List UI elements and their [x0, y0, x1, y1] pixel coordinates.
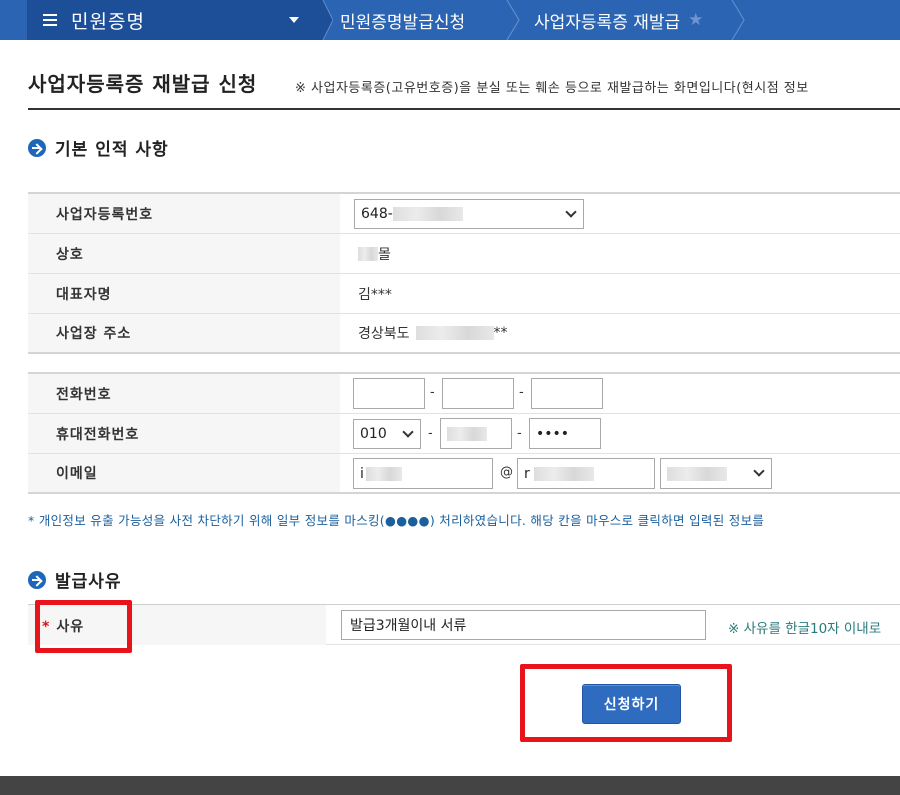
masked-value [358, 246, 378, 261]
email-local-value: i [360, 465, 364, 482]
dash-separator: - [517, 426, 522, 441]
basic-info-table: 사업자등록번호 648- 상호 몰 대표자명 김*** 사업장 주소 경상북도 … [28, 192, 900, 354]
breadcrumb-separator-icon [313, 0, 333, 40]
email-domain-input[interactable]: r [517, 458, 655, 489]
page-title: 사업자등록증 재발급 신청 [28, 72, 258, 96]
mobile-prefix-select[interactable]: 010 [353, 419, 421, 449]
title-divider [28, 108, 900, 110]
row-value: i @ r [340, 454, 900, 492]
row-label: 전화번호 [28, 374, 340, 413]
mobile-middle-input[interactable] [440, 418, 512, 449]
row-label: 사업장 주소 [28, 314, 340, 352]
table-row: 휴대전화번호 010 - - •••• [28, 414, 900, 454]
breadcrumb-current-label: 사업자등록증 재발급 [534, 12, 681, 33]
dash-separator: - [428, 426, 433, 441]
table-row: 상호 몰 [28, 234, 900, 274]
reason-input[interactable]: 발급3개월이내 서류 [341, 610, 706, 640]
table-row: 전화번호 - - [28, 374, 900, 414]
row-label: 이메일 [28, 454, 340, 492]
breadcrumb-item-issue-request[interactable]: 민원증명발급신청 [340, 0, 465, 40]
row-value: - - [340, 374, 900, 413]
business-number-value: 648- [361, 206, 393, 222]
masked-value [392, 207, 463, 221]
section-heading-reason: 발급사유 [28, 567, 122, 592]
business-number-select[interactable]: 648- [354, 199, 584, 229]
footer-bar [0, 776, 900, 795]
at-symbol: @ [500, 465, 513, 480]
arrow-circle-icon [28, 138, 46, 157]
mobile-last-input[interactable]: •••• [529, 418, 601, 449]
dropdown-caret-icon [289, 17, 299, 23]
row-label: 대표자명 [28, 274, 340, 313]
email-domain-value: r [524, 465, 530, 482]
table-row: 사업장 주소 경상북도 ** [28, 314, 900, 354]
row-value: 경상북도 ** [340, 314, 900, 352]
masked-value [533, 466, 594, 481]
section-title: 기본 인적 사항 [55, 140, 169, 160]
chevron-down-icon [565, 206, 577, 218]
arrow-circle-icon [28, 570, 46, 589]
main-menu-label: 민원증명 [71, 10, 145, 33]
row-value: 648- [340, 194, 900, 233]
highlight-box-reason [35, 600, 132, 653]
row-label: 휴대전화번호 [28, 414, 340, 453]
reason-hint: ※ 사유를 한글10자 이내로 [728, 621, 882, 637]
top-navigation-bar: 민원증명 민원증명발급신청 사업자등록증 재발급 ★ [0, 0, 900, 40]
page-description: ※ 사업자등록증(고유번호증)을 분실 또는 훼손 등으로 재발급하는 화면입니… [295, 81, 809, 96]
row-value: 010 - - •••• [340, 414, 900, 453]
phone-part3-input[interactable] [531, 378, 603, 409]
section-heading-basic-info: 기본 인적 사항 [28, 135, 169, 160]
reason-table: * 사유 발급3개월이내 서류 ※ 사유를 한글10자 이내로 [28, 604, 900, 645]
row-label: 상호 [28, 234, 340, 273]
section-title: 발급사유 [55, 572, 122, 592]
table-row: 이메일 i @ r [28, 454, 900, 494]
company-name-value: 몰 [378, 246, 391, 263]
masked-value [365, 466, 402, 481]
breadcrumb-separator-icon [731, 0, 745, 40]
dash-separator: - [519, 385, 524, 400]
main-menu-button[interactable]: 민원증명 [27, 0, 313, 40]
address-value: 경상북도 [358, 326, 410, 342]
masking-notice: * 개인정보 유출 가능성을 사전 차단하기 위해 일부 정보를 마스킹(●●●… [28, 513, 765, 528]
dash-separator: - [430, 385, 435, 400]
masked-value [667, 466, 727, 481]
phone-part1-input[interactable] [353, 378, 425, 409]
masked-value [447, 426, 487, 441]
contact-info-table: 전화번호 - - 휴대전화번호 010 - - •••• 이메일 i @ r [28, 372, 900, 494]
row-value: 몰 [340, 234, 900, 273]
masked-value [415, 326, 494, 340]
row-label: 사업자등록번호 [28, 194, 340, 233]
chevron-down-icon [402, 426, 414, 438]
table-row: 사업자등록번호 648- [28, 194, 900, 234]
mobile-prefix-value: 010 [360, 426, 387, 442]
email-local-input[interactable]: i [353, 458, 493, 489]
address-suffix: ** [493, 325, 508, 341]
mobile-last-value: •••• [536, 425, 570, 442]
ceo-name-value: 김*** [358, 286, 392, 303]
email-domain-select[interactable] [660, 458, 772, 489]
breadcrumb-separator-icon [506, 0, 520, 40]
favorite-star-icon[interactable]: ★ [688, 10, 703, 30]
breadcrumb-item-current[interactable]: 사업자등록증 재발급 ★ [534, 0, 703, 40]
hamburger-icon [43, 14, 57, 26]
apply-button[interactable]: 신청하기 [582, 684, 681, 724]
chevron-down-icon [753, 465, 765, 477]
table-row: 대표자명 김*** [28, 274, 900, 314]
phone-part2-input[interactable] [442, 378, 514, 409]
